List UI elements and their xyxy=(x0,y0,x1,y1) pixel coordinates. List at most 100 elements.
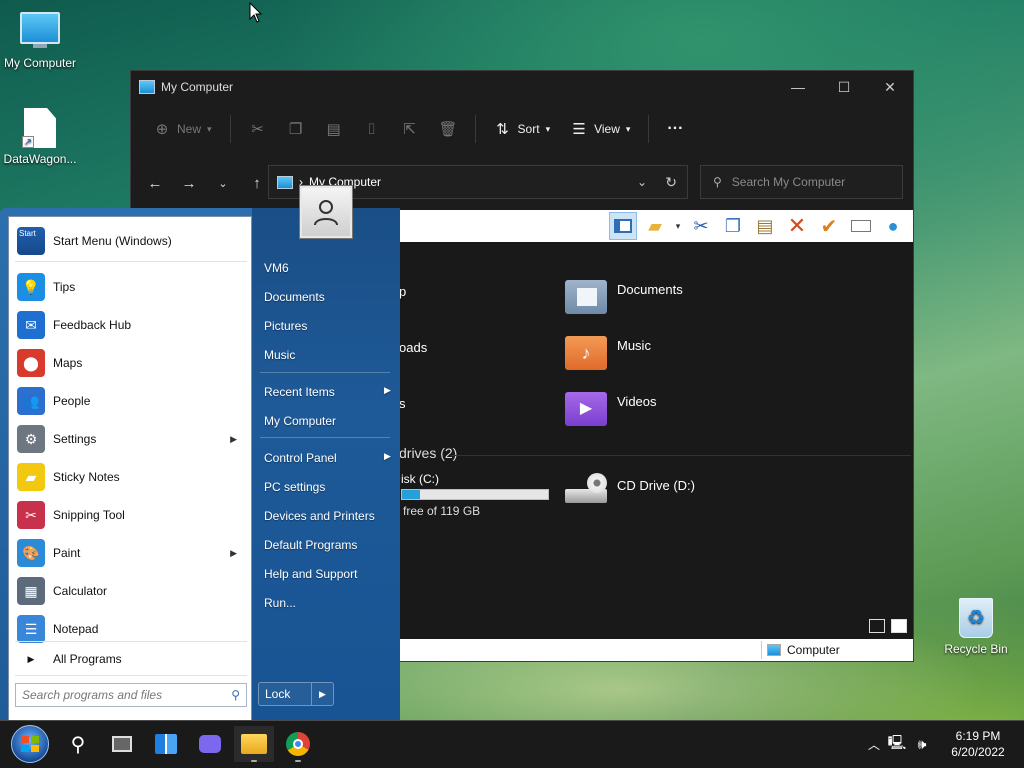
desktop-icon-my-computer[interactable]: My Computer xyxy=(0,10,80,70)
view-label: View xyxy=(594,122,620,136)
recent-locations-button[interactable]: ⌄ xyxy=(209,177,237,190)
start-menu[interactable]: Start Start Menu (Windows) 💡 Tips ✉ Feedbac… xyxy=(0,208,400,722)
start-menu-app-calculator[interactable]: ▦ Calculator xyxy=(17,573,247,609)
delete-x-icon[interactable]: ✕ xyxy=(783,212,811,240)
start-menu-link-my-computer[interactable]: My Computer xyxy=(264,414,336,428)
start-menu-app-label: People xyxy=(53,394,91,408)
folder-options-icon[interactable]: ▰ xyxy=(641,212,669,240)
minimize-button[interactable]: — xyxy=(775,71,821,103)
start-menu-app-people[interactable]: 👥 People xyxy=(17,383,247,419)
delete-button[interactable]: 🗑 xyxy=(431,114,465,144)
start-menu-link-recent-items[interactable]: Recent Items ▶ xyxy=(264,385,391,399)
local-disk-free-text: free of 119 GB xyxy=(403,504,481,518)
documents-folder-icon xyxy=(565,280,607,314)
local-disk-usage-bar xyxy=(401,489,549,500)
start-menu-app-maps[interactable]: ⬤ Maps xyxy=(17,345,247,381)
view-button[interactable]: ☰ View ▾ xyxy=(562,114,638,144)
scissors-icon: ✂ xyxy=(17,501,45,529)
checkmark-icon[interactable]: ✔ xyxy=(815,212,843,240)
new-button[interactable]: ⊕ New ▾ xyxy=(145,114,220,144)
taskbar-chat-button[interactable] xyxy=(190,726,230,762)
taskbar-file-explorer-button[interactable] xyxy=(234,726,274,762)
folder-label: Videos xyxy=(617,393,657,409)
desktop-icon-recycle-bin[interactable]: ♻ Recycle Bin xyxy=(936,598,1016,656)
windows-orb-icon xyxy=(11,725,49,763)
start-menu-app-paint[interactable]: 🎨 Paint ▶ xyxy=(17,535,247,571)
copy-button[interactable]: ❐ xyxy=(279,114,313,144)
large-icons-view-button[interactable] xyxy=(891,619,907,633)
start-search-input[interactable]: Search programs and files ⚲ xyxy=(15,683,247,707)
sort-button[interactable]: ⇅ Sort ▾ xyxy=(486,114,559,144)
start-menu-link-default-programs[interactable]: Default Programs xyxy=(264,538,357,552)
chevron-down-icon[interactable]: ⌄ xyxy=(637,175,647,189)
folder-label: Documents xyxy=(617,281,683,297)
videos-folder-icon: ▶ xyxy=(565,392,607,426)
scissors-icon: ✂ xyxy=(251,121,264,138)
refresh-icon[interactable]: ↻ xyxy=(665,174,677,191)
cut-button[interactable]: ✂ xyxy=(241,114,275,144)
desktop-icon-datawagon[interactable]: ↗ DataWagon... xyxy=(0,108,80,166)
taskbar-task-view-button[interactable] xyxy=(102,726,142,762)
desktop-icon-label: DataWagon... xyxy=(3,152,77,166)
taskbar-search-button[interactable]: ⚲ xyxy=(58,726,98,762)
start-menu-link-vm6[interactable]: VM6 xyxy=(264,261,289,275)
clock-time: 6:19 PM xyxy=(955,729,1001,743)
start-button[interactable] xyxy=(8,725,52,763)
user-avatar[interactable] xyxy=(300,186,352,238)
start-menu-link-pictures[interactable]: Pictures xyxy=(264,319,307,333)
start-menu-app-sticky-notes[interactable]: ▰ Sticky Notes xyxy=(17,459,247,495)
start-menu-link-label: Devices and Printers xyxy=(264,509,375,523)
local-disk-label[interactable]: isk (C:) xyxy=(401,472,439,486)
start-menu-app-snipping-tool[interactable]: ✂ Snipping Tool xyxy=(17,497,247,533)
forward-button[interactable]: → xyxy=(175,175,203,192)
folder-documents[interactable]: Documents xyxy=(565,280,683,314)
start-menu-header-label: Start Menu (Windows) xyxy=(53,234,172,248)
taskbar-chrome-button[interactable] xyxy=(278,726,318,762)
chevron-up-icon[interactable]: ︿ xyxy=(864,736,884,753)
rename-button[interactable]: ⌷ xyxy=(355,115,389,144)
start-menu-link-documents[interactable]: Documents xyxy=(264,290,325,304)
drives-section-heading[interactable]: drives (2) xyxy=(399,445,457,461)
start-menu-link-pc-settings[interactable]: PC settings xyxy=(264,480,325,494)
share-button[interactable]: ⇱ xyxy=(393,114,427,144)
start-menu-header[interactable]: Start Start Menu (Windows) xyxy=(17,223,172,259)
maximize-button[interactable]: ☐ xyxy=(821,71,867,103)
start-menu-app-label: Snipping Tool xyxy=(53,508,125,522)
rename-field-icon[interactable] xyxy=(847,212,875,240)
start-menu-link-music[interactable]: Music xyxy=(264,348,295,362)
scissors-icon[interactable]: ✂ xyxy=(687,212,715,240)
clipboard-icon[interactable]: ▤ xyxy=(751,212,779,240)
start-menu-app-settings[interactable]: ⚙ Settings ▶ xyxy=(17,421,247,457)
up-button[interactable]: ↑ xyxy=(243,175,271,192)
start-menu-app-tips[interactable]: 💡 Tips xyxy=(17,269,247,305)
chevron-down-icon[interactable]: ▾ xyxy=(673,212,683,240)
network-icon[interactable]: 🖳 xyxy=(884,732,910,756)
lock-options-arrow[interactable]: ▶ xyxy=(311,683,333,705)
close-button[interactable]: ✕ xyxy=(867,71,913,103)
taskbar-clock[interactable]: 6:19 PM 6/20/2022 xyxy=(940,728,1016,760)
preview-pane-icon[interactable] xyxy=(609,212,637,240)
lock-button[interactable]: Lock ▶ xyxy=(258,682,334,706)
start-menu-link-devices-and-printers[interactable]: Devices and Printers xyxy=(264,509,375,523)
back-button[interactable]: ← xyxy=(141,175,169,192)
volume-icon[interactable]: 🕪 xyxy=(910,736,934,753)
globe-icon[interactable]: ● xyxy=(879,212,907,240)
search-box[interactable]: ⚲ Search My Computer xyxy=(700,165,903,199)
submenu-arrow-icon: ▶ xyxy=(230,547,237,558)
taskbar-widgets-button[interactable] xyxy=(146,726,186,762)
start-menu-app-feedback-hub[interactable]: ✉ Feedback Hub xyxy=(17,307,247,343)
paste-button[interactable]: ▤ xyxy=(317,114,351,144)
details-view-button[interactable] xyxy=(869,619,885,633)
start-menu-link-help-and-support[interactable]: Help and Support xyxy=(264,567,357,581)
drive-cd[interactable]: CD Drive (D:) xyxy=(565,471,695,507)
start-menu-link-run[interactable]: Run... xyxy=(264,596,296,610)
title-bar[interactable]: My Computer — ☐ ✕ xyxy=(131,71,913,103)
folder-videos[interactable]: ▶ Videos xyxy=(565,392,657,426)
folder-music[interactable]: ♪ Music xyxy=(565,336,651,370)
all-programs-button[interactable]: ▶ All Programs xyxy=(17,647,122,671)
copy-icon[interactable]: ❐ xyxy=(719,212,747,240)
clock-date: 6/20/2022 xyxy=(951,745,1005,759)
start-menu-link-control-panel[interactable]: Control Panel ▶ xyxy=(264,451,391,465)
computer-icon xyxy=(767,644,781,656)
more-options-button[interactable]: ··· xyxy=(659,114,691,144)
